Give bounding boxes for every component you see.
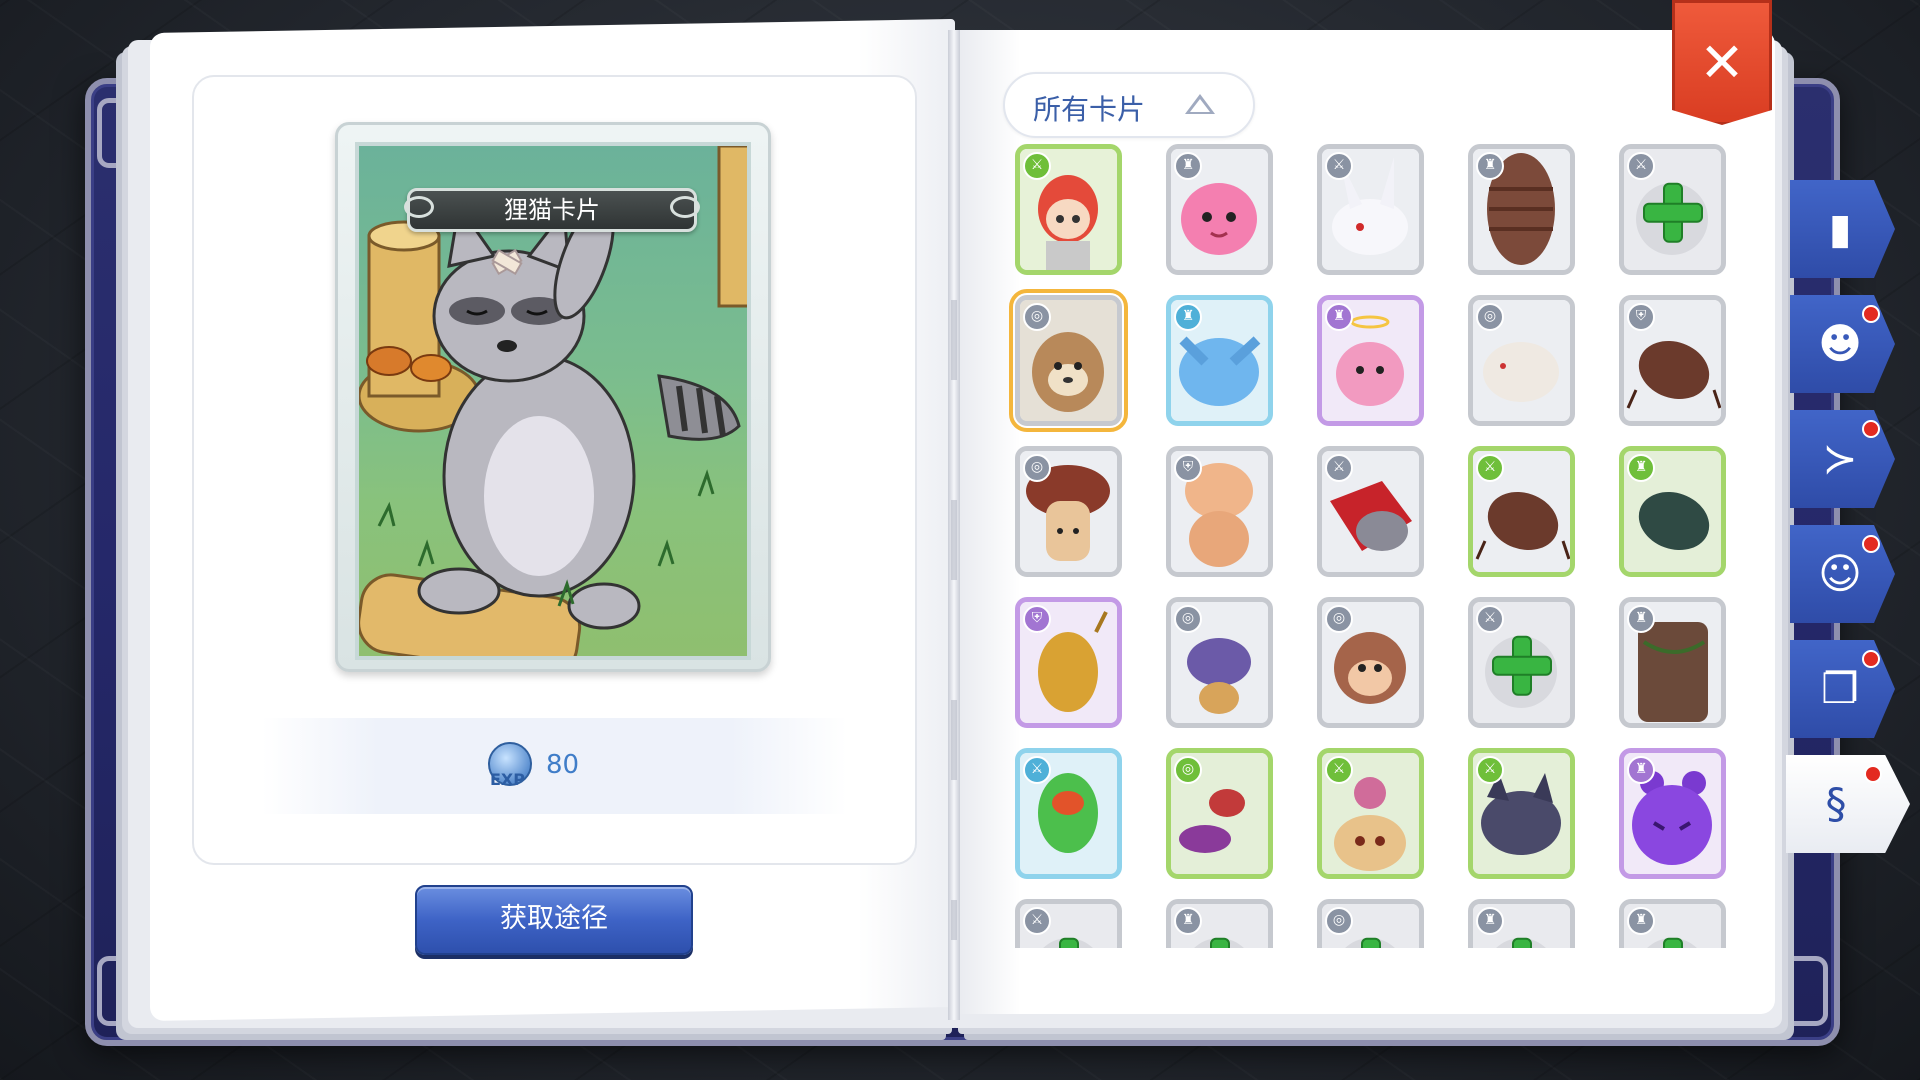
sword-badge-icon: ⚔ xyxy=(1023,907,1051,935)
ring-badge-icon: ◎ xyxy=(1174,756,1202,784)
ring-badge-icon: ◎ xyxy=(1023,303,1051,331)
card-slot-pink-poring[interactable]: ♜ xyxy=(1166,144,1273,275)
card-slot-mushroom[interactable]: ◎ xyxy=(1015,446,1122,577)
card-slot-wolf[interactable]: ⚔ xyxy=(1468,748,1575,879)
card-grid-viewport[interactable]: ⚔ ♜ ⚔ ♜ ⚔ ◎ ♜ ♜ ◎ ⛨ ◎ ⛨ ⚔ ⚔ ♜ ⛨ ◎ ◎ ⚔ ♜ ⚔ ◎ ⚔ ⚔ ♜ ⚔ ♜ ◎ ♜ ♜ xyxy=(1005,140,1745,948)
card-slot-empty-slot-2[interactable]: ⚔ xyxy=(1468,597,1575,728)
fish-icon: ≻ xyxy=(1822,434,1858,483)
open-book-icon: ❐ xyxy=(1821,664,1859,713)
ring-badge-icon: ◎ xyxy=(1023,454,1051,482)
card-slot-angel-poring[interactable]: ♜ xyxy=(1317,295,1424,426)
card-slot-white-rat[interactable]: ◎ xyxy=(1468,295,1575,426)
card-slot-green-beetle[interactable]: ♜ xyxy=(1619,446,1726,577)
armor-badge-icon: ♜ xyxy=(1627,605,1655,633)
armor-badge-icon: ♜ xyxy=(1174,303,1202,331)
card-slot-empty-slot-7[interactable]: ♜ xyxy=(1619,899,1726,948)
card-slot-brown-beetle[interactable]: ⛨ xyxy=(1619,295,1726,426)
card-filter-dropdown[interactable]: 所有卡片 xyxy=(1003,72,1255,138)
exp-icon-label: EXP xyxy=(490,770,525,789)
card-slot-purple-wasp[interactable]: ◎ xyxy=(1166,597,1273,728)
armor-badge-icon: ♜ xyxy=(1627,756,1655,784)
triangle-up-icon xyxy=(1185,94,1215,114)
armor-badge-icon: ♜ xyxy=(1325,303,1353,331)
sword-badge-icon: ⚔ xyxy=(1325,756,1353,784)
shield-badge-icon: ⛨ xyxy=(1023,605,1051,633)
sword-badge-icon: ⚔ xyxy=(1325,152,1353,180)
sword-badge-icon: ⚔ xyxy=(1476,605,1504,633)
close-button[interactable]: ✕ xyxy=(1672,0,1772,125)
sword-badge-icon: ⚔ xyxy=(1325,454,1353,482)
plate-swirl-ornament xyxy=(670,196,700,218)
armor-badge-icon: ♜ xyxy=(1476,907,1504,935)
grin-cat-icon: ☻ xyxy=(1818,319,1862,368)
plus-icon xyxy=(1041,939,1097,948)
notification-dot xyxy=(1862,305,1880,323)
card-slot-tree-stump[interactable]: ♜ xyxy=(1619,597,1726,728)
card-slot-empty-slot-4[interactable]: ♜ xyxy=(1166,899,1273,948)
card-slot-mosquito[interactable]: ◎ xyxy=(1166,748,1273,879)
card-slot-empty-slot-3[interactable]: ⚔ xyxy=(1015,899,1122,948)
plate-swirl-ornament xyxy=(404,196,434,218)
plus-icon xyxy=(1493,637,1550,694)
exp-value: 80 xyxy=(546,750,580,780)
armor-badge-icon: ♜ xyxy=(1627,907,1655,935)
card-slot-blue-spore[interactable]: ♜ xyxy=(1166,295,1273,426)
sword-badge-icon: ⚔ xyxy=(1023,152,1051,180)
ring-badge-icon: ◎ xyxy=(1174,605,1202,633)
spine-marks xyxy=(951,180,957,940)
tab-card[interactable]: § xyxy=(1786,755,1910,853)
card-slot-purple-ghost[interactable]: ♜ xyxy=(1619,748,1726,879)
close-icon: ✕ xyxy=(1699,31,1745,94)
notification-dot xyxy=(1862,535,1880,553)
armor-badge-icon: ♜ xyxy=(1174,152,1202,180)
ring-badge-icon: ◎ xyxy=(1325,605,1353,633)
card-slot-empty-slot-5[interactable]: ◎ xyxy=(1317,899,1424,948)
armor-badge-icon: ♜ xyxy=(1476,152,1504,180)
plus-icon xyxy=(1494,939,1550,948)
tab-book[interactable]: ▮ xyxy=(1790,180,1895,278)
armor-badge-icon: ♜ xyxy=(1627,454,1655,482)
card-slot-red-haired-boy[interactable]: ⚔ xyxy=(1015,144,1122,275)
notification-dot xyxy=(1862,650,1880,668)
card-slot-horn-beetle[interactable]: ⚔ xyxy=(1468,446,1575,577)
card-slot-empty-slot-6[interactable]: ♜ xyxy=(1468,899,1575,948)
shield-badge-icon: ⛨ xyxy=(1627,303,1655,331)
plus-icon xyxy=(1645,939,1701,948)
card-slot-flower-monster[interactable]: ⚔ xyxy=(1317,748,1424,879)
acquire-route-button[interactable]: 获取途径 xyxy=(415,885,693,955)
card-grid: ⚔ ♜ ⚔ ♜ ⚔ ◎ ♜ ♜ ◎ ⛨ ◎ ⛨ ⚔ ⚔ ♜ ⛨ ◎ ◎ ⚔ ♜ ⚔ ◎ ⚔ ⚔ ♜ ⚔ ♜ ◎ ♜ ♜ xyxy=(1009,144,1726,948)
filter-label: 所有卡片 xyxy=(1033,93,1146,126)
notification-dot xyxy=(1862,420,1880,438)
plus-icon xyxy=(1192,939,1248,948)
card-slot-empty-slot[interactable]: ⚔ xyxy=(1619,144,1726,275)
card-slot-green-plant[interactable]: ⚔ xyxy=(1015,748,1122,879)
card-slot-red-knight[interactable]: ⚔ xyxy=(1317,446,1424,577)
card-name: 狸猫卡片 xyxy=(504,196,600,224)
card-name-plate: 狸猫卡片 xyxy=(407,188,697,232)
sword-badge-icon: ⚔ xyxy=(1476,756,1504,784)
card-slot-white-lunatic[interactable]: ⚔ xyxy=(1317,144,1424,275)
ring-badge-icon: ◎ xyxy=(1325,907,1353,935)
card-slot-peanut-pupa[interactable]: ⛨ xyxy=(1166,446,1273,577)
head-icon: ☺ xyxy=(1818,549,1862,598)
plus-icon xyxy=(1343,939,1399,948)
ring-badge-icon: ◎ xyxy=(1476,303,1504,331)
card-slot-raccoon[interactable]: ◎ xyxy=(1009,289,1128,432)
sword-badge-icon: ⚔ xyxy=(1627,152,1655,180)
card-slot-brown-cocoon[interactable]: ♜ xyxy=(1468,144,1575,275)
plus-icon xyxy=(1644,184,1701,241)
armor-badge-icon: ♜ xyxy=(1174,907,1202,935)
card-slot-monkey[interactable]: ◎ xyxy=(1317,597,1424,728)
card-slot-golden-bug[interactable]: ⛨ xyxy=(1015,597,1122,728)
book-icon: ▮ xyxy=(1828,204,1852,253)
sword-badge-icon: ⚔ xyxy=(1023,756,1051,784)
shield-badge-icon: ⛨ xyxy=(1174,454,1202,482)
sword-badge-icon: ⚔ xyxy=(1476,454,1504,482)
notification-dot xyxy=(1864,765,1882,783)
card-icon: § xyxy=(1825,779,1847,828)
